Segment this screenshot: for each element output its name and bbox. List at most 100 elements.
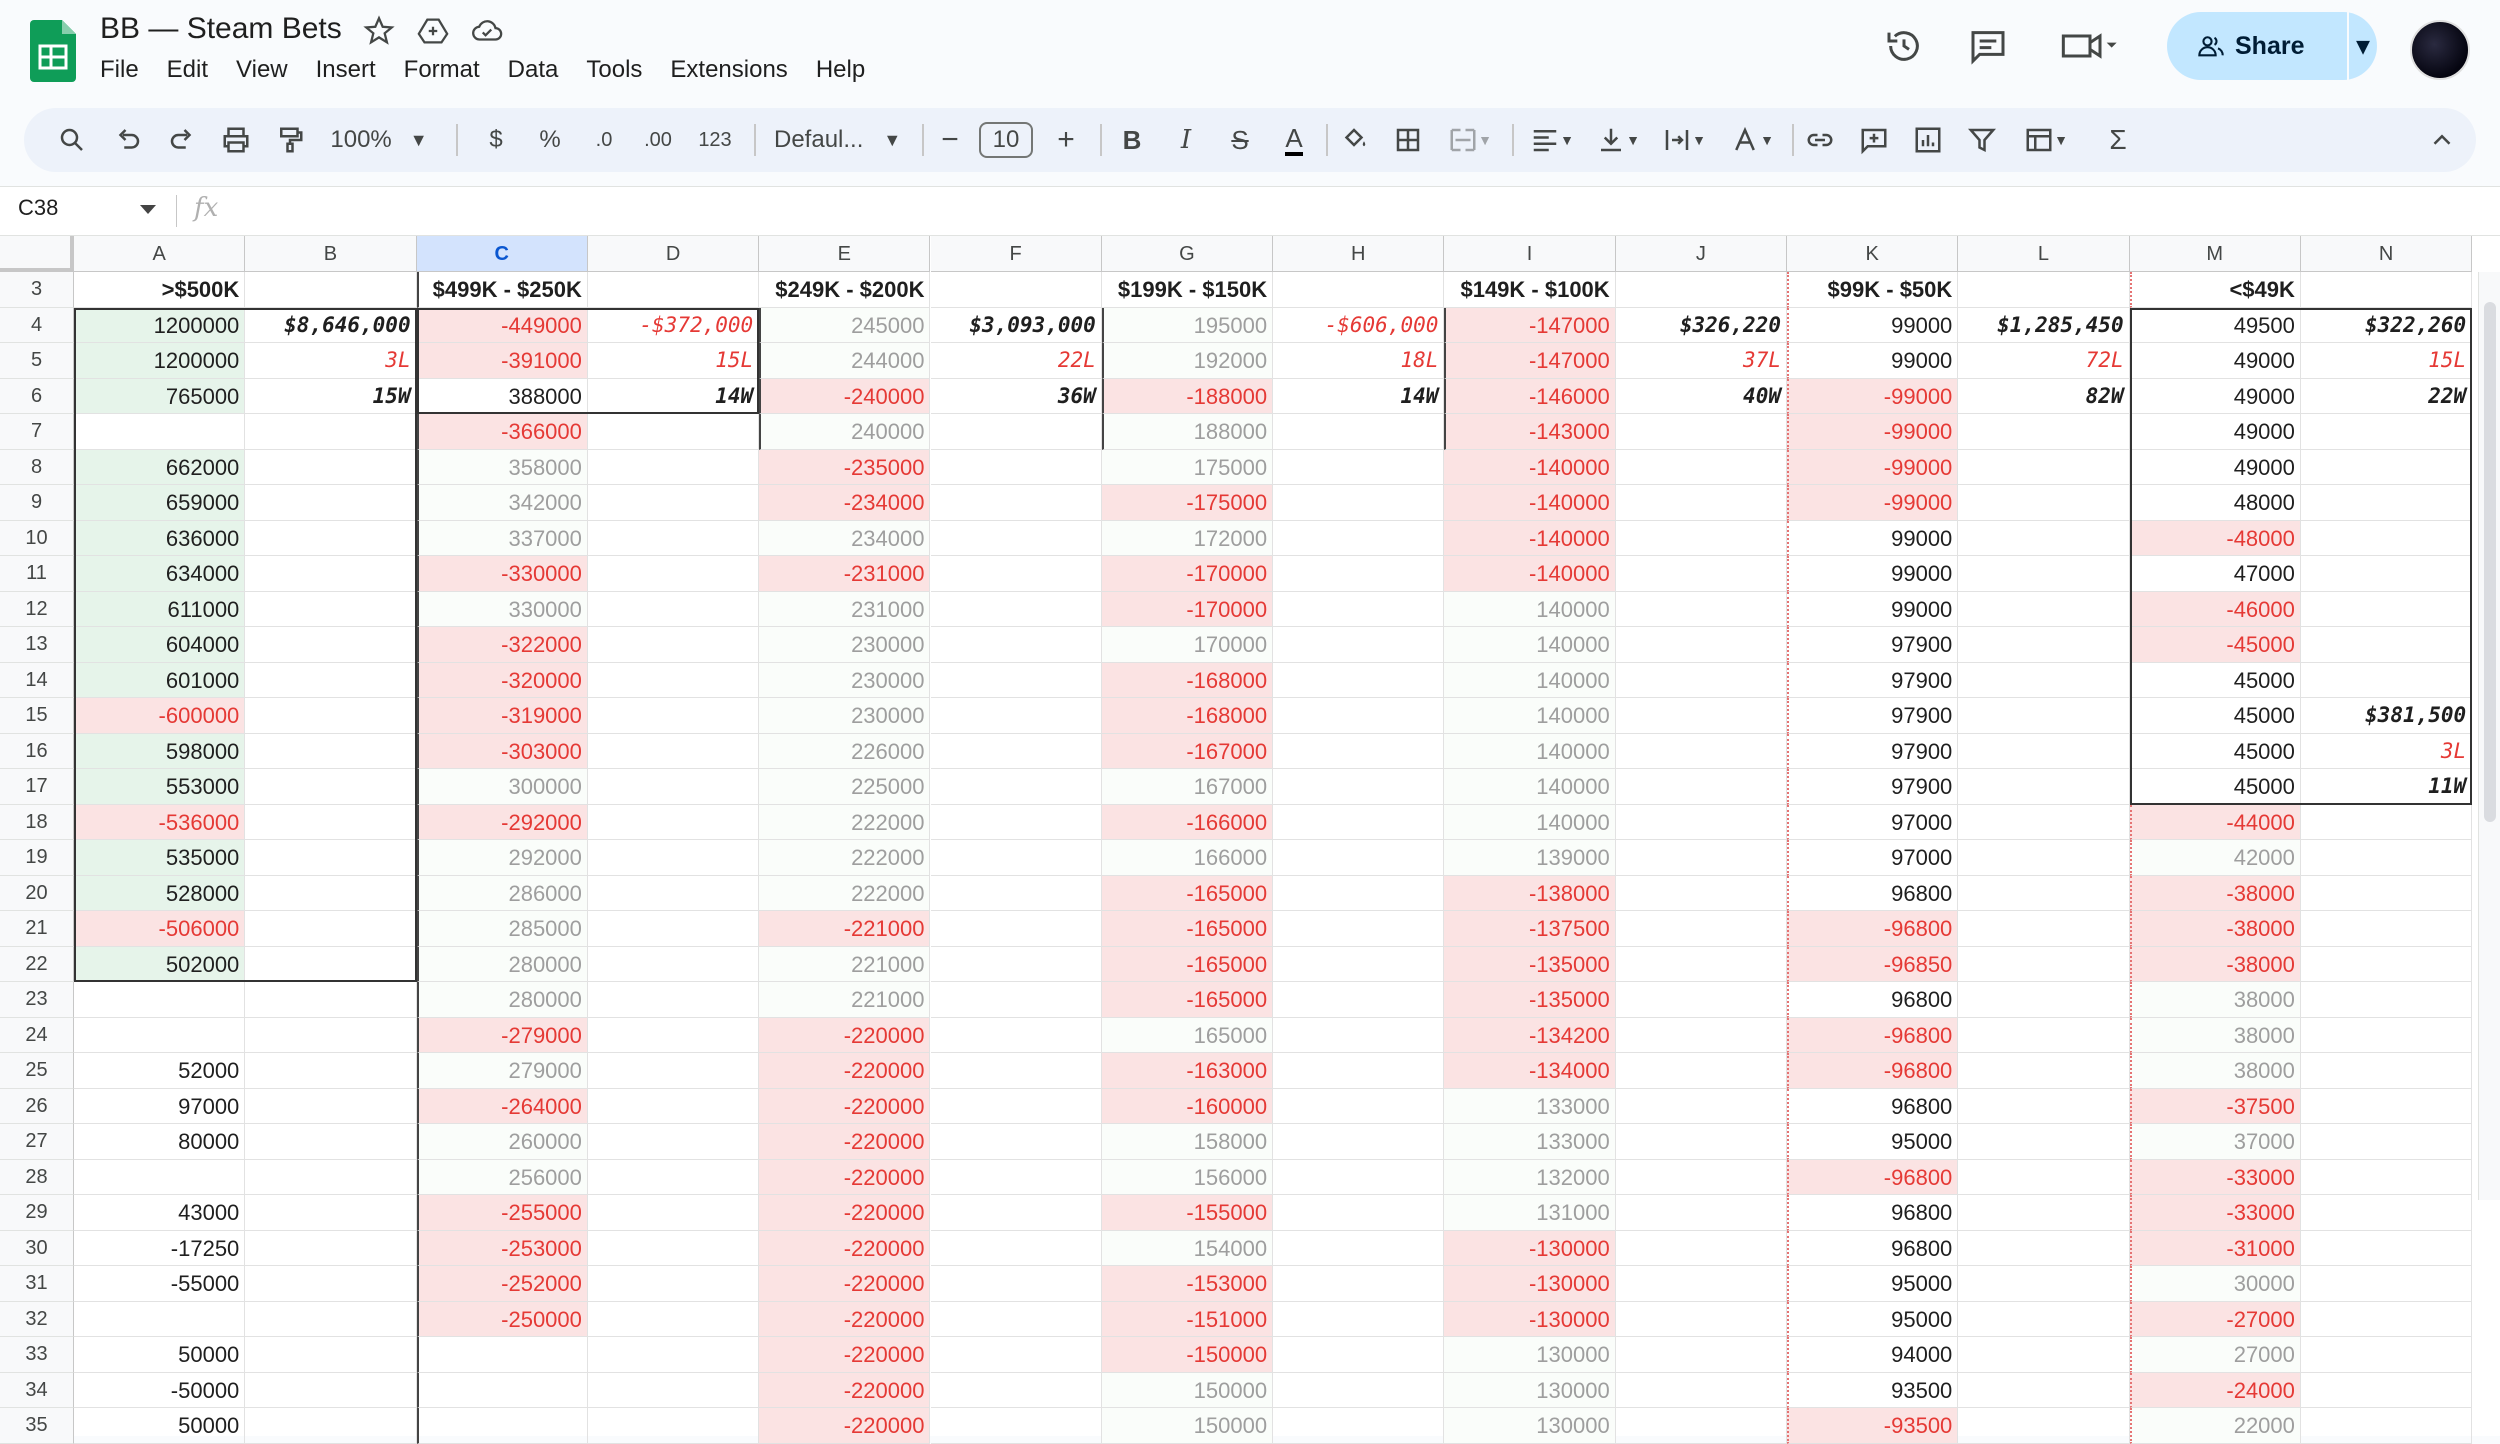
cell-a27[interactable]: 80000 bbox=[74, 1124, 246, 1160]
cell-i4[interactable]: -147000 bbox=[1444, 307, 1616, 343]
cell-d34[interactable] bbox=[587, 1372, 760, 1408]
cell-h9[interactable] bbox=[1273, 485, 1445, 521]
cell-k29[interactable]: 96800 bbox=[1787, 1195, 1959, 1231]
cell-k15[interactable]: 97900 bbox=[1787, 698, 1959, 734]
zoom-select[interactable]: 100% ▼ bbox=[324, 108, 434, 172]
cell-i32[interactable]: -130000 bbox=[1444, 1301, 1616, 1337]
cell-e6[interactable]: -240000 bbox=[759, 378, 931, 414]
cell-n29[interactable] bbox=[2300, 1195, 2473, 1231]
cell-j27[interactable] bbox=[1615, 1124, 1787, 1160]
text-color-button[interactable]: A bbox=[1274, 108, 1314, 172]
cell-b31[interactable] bbox=[245, 1266, 417, 1302]
cell-c19[interactable]: 292000 bbox=[416, 840, 588, 876]
cell-h32[interactable] bbox=[1273, 1301, 1445, 1337]
cell-d5[interactable]: 15L bbox=[587, 343, 760, 379]
cell-i29[interactable]: 131000 bbox=[1444, 1195, 1616, 1231]
cell-b35[interactable] bbox=[245, 1408, 417, 1444]
cell-h22[interactable] bbox=[1273, 946, 1445, 982]
cell-a22[interactable]: 502000 bbox=[74, 946, 246, 982]
filter-views-icon[interactable]: ▼ bbox=[2014, 108, 2078, 172]
cell-m33[interactable]: 27000 bbox=[2129, 1337, 2301, 1373]
cell-b11[interactable] bbox=[245, 556, 417, 592]
cell-i6[interactable]: -146000 bbox=[1444, 378, 1616, 414]
cell-n27[interactable] bbox=[2300, 1124, 2473, 1160]
cell-n20[interactable] bbox=[2300, 875, 2473, 911]
cell-c4[interactable]: -449000 bbox=[416, 307, 588, 343]
paint-format-icon[interactable] bbox=[270, 108, 310, 172]
cell-i13[interactable]: 140000 bbox=[1444, 627, 1616, 663]
cell-m14[interactable]: 45000 bbox=[2129, 662, 2301, 698]
cell-k13[interactable]: 97900 bbox=[1787, 627, 1959, 663]
cell-h33[interactable] bbox=[1273, 1337, 1445, 1373]
avatar[interactable] bbox=[2410, 20, 2470, 80]
row-header[interactable]: 9 bbox=[0, 485, 74, 521]
cell-f10[interactable] bbox=[930, 520, 1102, 556]
cell-k3[interactable]: $99K - $50K bbox=[1787, 272, 1959, 308]
cell-k11[interactable]: 99000 bbox=[1787, 556, 1959, 592]
cell-m15[interactable]: 45000 bbox=[2129, 698, 2301, 734]
cell-e22[interactable]: 221000 bbox=[759, 946, 931, 982]
cell-g18[interactable]: -166000 bbox=[1101, 804, 1274, 840]
cell-g15[interactable]: -168000 bbox=[1101, 698, 1274, 734]
cell-h16[interactable] bbox=[1273, 733, 1445, 769]
percent-format-button[interactable]: % bbox=[530, 108, 570, 172]
cell-i21[interactable]: -137500 bbox=[1444, 911, 1616, 947]
cell-e9[interactable]: -234000 bbox=[759, 485, 931, 521]
cell-a29[interactable]: 43000 bbox=[74, 1195, 246, 1231]
cell-e25[interactable]: -220000 bbox=[759, 1053, 931, 1089]
cell-h15[interactable] bbox=[1273, 698, 1445, 734]
cell-a15[interactable]: -600000 bbox=[74, 698, 246, 734]
cell-f29[interactable] bbox=[930, 1195, 1102, 1231]
cell-i11[interactable]: -140000 bbox=[1444, 556, 1616, 592]
cell-a16[interactable]: 598000 bbox=[74, 733, 246, 769]
cell-c6[interactable]: 388000 bbox=[416, 378, 588, 414]
cell-i26[interactable]: 133000 bbox=[1444, 1088, 1616, 1124]
cell-l10[interactable] bbox=[1958, 520, 2130, 556]
row-header[interactable]: 14 bbox=[0, 662, 74, 698]
cell-g25[interactable]: -163000 bbox=[1101, 1053, 1274, 1089]
cell-j6[interactable]: 40W bbox=[1615, 378, 1787, 414]
vertical-align-icon[interactable]: ▼ bbox=[1588, 108, 1648, 172]
cell-i5[interactable]: -147000 bbox=[1444, 343, 1616, 379]
cell-l17[interactable] bbox=[1958, 769, 2130, 805]
row-header[interactable]: 28 bbox=[0, 1159, 74, 1195]
menu-help[interactable]: Help bbox=[802, 56, 879, 84]
cell-k25[interactable]: -96800 bbox=[1787, 1053, 1959, 1089]
cell-a25[interactable]: 52000 bbox=[74, 1053, 246, 1089]
cell-d18[interactable] bbox=[587, 804, 760, 840]
chevron-down-icon[interactable] bbox=[140, 205, 156, 214]
column-header-c[interactable]: C bbox=[416, 236, 588, 272]
cell-i8[interactable]: -140000 bbox=[1444, 449, 1616, 485]
cell-m3[interactable]: <$49K bbox=[2129, 272, 2301, 308]
cell-m21[interactable]: -38000 bbox=[2129, 911, 2301, 947]
print-icon[interactable] bbox=[216, 108, 256, 172]
cell-c15[interactable]: -319000 bbox=[416, 698, 588, 734]
row-header[interactable]: 30 bbox=[0, 1230, 74, 1266]
cell-i16[interactable]: 140000 bbox=[1444, 733, 1616, 769]
column-header-l[interactable]: L bbox=[1958, 236, 2130, 272]
cell-n10[interactable] bbox=[2300, 520, 2473, 556]
cell-h18[interactable] bbox=[1273, 804, 1445, 840]
cell-n17[interactable]: 11W bbox=[2300, 769, 2473, 805]
cell-h19[interactable] bbox=[1273, 840, 1445, 876]
cell-a3[interactable]: >$500K bbox=[74, 272, 246, 308]
text-rotation-icon[interactable]: ▼ bbox=[1722, 108, 1782, 172]
cell-g4[interactable]: 195000 bbox=[1101, 307, 1274, 343]
cell-l34[interactable] bbox=[1958, 1372, 2130, 1408]
cell-j29[interactable] bbox=[1615, 1195, 1787, 1231]
cell-j16[interactable] bbox=[1615, 733, 1787, 769]
cell-e32[interactable]: -220000 bbox=[759, 1301, 931, 1337]
cell-l29[interactable] bbox=[1958, 1195, 2130, 1231]
cell-n33[interactable] bbox=[2300, 1337, 2473, 1373]
functions-icon[interactable]: Σ bbox=[2098, 108, 2138, 172]
cell-g33[interactable]: -150000 bbox=[1101, 1337, 1274, 1373]
cell-g7[interactable]: 188000 bbox=[1101, 414, 1274, 450]
cell-j26[interactable] bbox=[1615, 1088, 1787, 1124]
row-header[interactable]: 21 bbox=[0, 911, 74, 947]
cell-f35[interactable] bbox=[930, 1408, 1102, 1444]
cell-f11[interactable] bbox=[930, 556, 1102, 592]
cell-b4[interactable]: $8,646,000 bbox=[245, 307, 417, 343]
horizontal-align-icon[interactable]: ▼ bbox=[1522, 108, 1582, 172]
cell-i35[interactable]: 130000 bbox=[1444, 1408, 1616, 1444]
cell-b20[interactable] bbox=[245, 875, 417, 911]
